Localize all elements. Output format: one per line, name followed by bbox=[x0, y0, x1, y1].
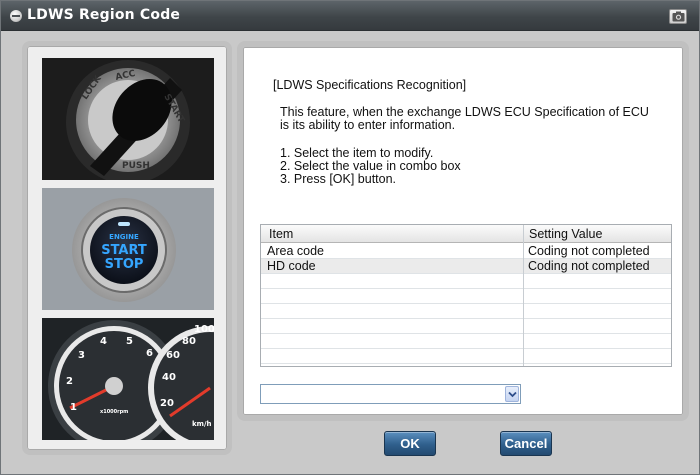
instrument-cluster-photo: 2 3 4 5 6 1 x1000rpm 60 80 100 40 20 km/… bbox=[42, 318, 214, 440]
setting-value-combo[interactable] bbox=[260, 384, 521, 404]
table-row-empty[interactable] bbox=[261, 349, 671, 364]
chevron-down-icon bbox=[508, 391, 517, 398]
screenshot-button[interactable] bbox=[669, 9, 687, 24]
row-value: Coding not completed bbox=[528, 259, 650, 273]
table-row-empty[interactable] bbox=[261, 274, 671, 289]
stop-label: STOP bbox=[105, 257, 144, 272]
rpm-3: 3 bbox=[78, 350, 85, 361]
rpm-1: 1 bbox=[70, 402, 77, 413]
row-item: HD code bbox=[267, 259, 316, 273]
dialog-window: LDWS Region Code LOCK ACC START PUSH ENG… bbox=[0, 0, 700, 475]
speed-60: 60 bbox=[166, 350, 180, 361]
ok-button[interactable]: OK bbox=[384, 431, 436, 456]
engine-start-button-photo: ENGINE START STOP bbox=[42, 188, 214, 310]
combo-dropdown-button[interactable] bbox=[505, 386, 519, 402]
speed-100: 100 bbox=[194, 324, 214, 335]
step-2: 2. Select the value in combo box bbox=[280, 159, 461, 173]
content-panel: [LDWS Specifications Recognition] This f… bbox=[237, 41, 689, 421]
image-panel: LOCK ACC START PUSH ENGINE START STOP 2 … bbox=[22, 41, 232, 455]
description-line-1: This feature, when the exchange LDWS ECU… bbox=[280, 105, 649, 119]
table-row[interactable]: HD code Coding not completed bbox=[261, 259, 671, 274]
title-bar: LDWS Region Code bbox=[1, 1, 699, 31]
ignition-key-photo: LOCK ACC START PUSH bbox=[42, 58, 214, 180]
speed-20: 20 bbox=[160, 398, 174, 409]
rpm-6: 6 bbox=[146, 348, 153, 359]
description-line-2: is its ability to enter information. bbox=[280, 118, 456, 132]
column-header-item[interactable]: Item bbox=[269, 227, 293, 241]
cancel-button[interactable]: Cancel bbox=[500, 431, 552, 456]
dash-circle-icon bbox=[10, 10, 22, 22]
speed-40: 40 bbox=[162, 372, 176, 383]
speed-unit: km/h bbox=[192, 420, 212, 428]
start-label: START bbox=[101, 243, 147, 258]
key-label-push: PUSH bbox=[122, 161, 150, 171]
settings-table: Item Setting Value Area code Coding not … bbox=[260, 224, 672, 367]
rpm-2: 2 bbox=[66, 376, 73, 387]
row-value: Coding not completed bbox=[528, 244, 650, 258]
table-row-empty[interactable] bbox=[261, 304, 671, 319]
table-row-empty[interactable] bbox=[261, 289, 671, 304]
table-header: Item Setting Value bbox=[261, 225, 671, 243]
table-row[interactable]: Area code Coding not completed bbox=[261, 244, 671, 259]
rpm-5: 5 bbox=[126, 336, 133, 347]
row-item: Area code bbox=[267, 244, 324, 258]
rpm-unit: x1000rpm bbox=[100, 409, 128, 415]
speed-80: 80 bbox=[182, 336, 196, 347]
rpm-4: 4 bbox=[100, 336, 107, 347]
step-1: 1. Select the item to modify. bbox=[280, 146, 434, 160]
section-heading: [LDWS Specifications Recognition] bbox=[273, 78, 467, 92]
engine-label: ENGINE bbox=[109, 233, 139, 241]
table-row-empty[interactable] bbox=[261, 319, 671, 334]
window-title: LDWS Region Code bbox=[27, 7, 181, 23]
step-3: 3. Press [OK] button. bbox=[280, 172, 397, 186]
camera-icon bbox=[672, 11, 685, 22]
column-divider bbox=[523, 225, 524, 366]
table-row-empty[interactable] bbox=[261, 334, 671, 349]
column-header-setting-value[interactable]: Setting Value bbox=[529, 227, 602, 241]
